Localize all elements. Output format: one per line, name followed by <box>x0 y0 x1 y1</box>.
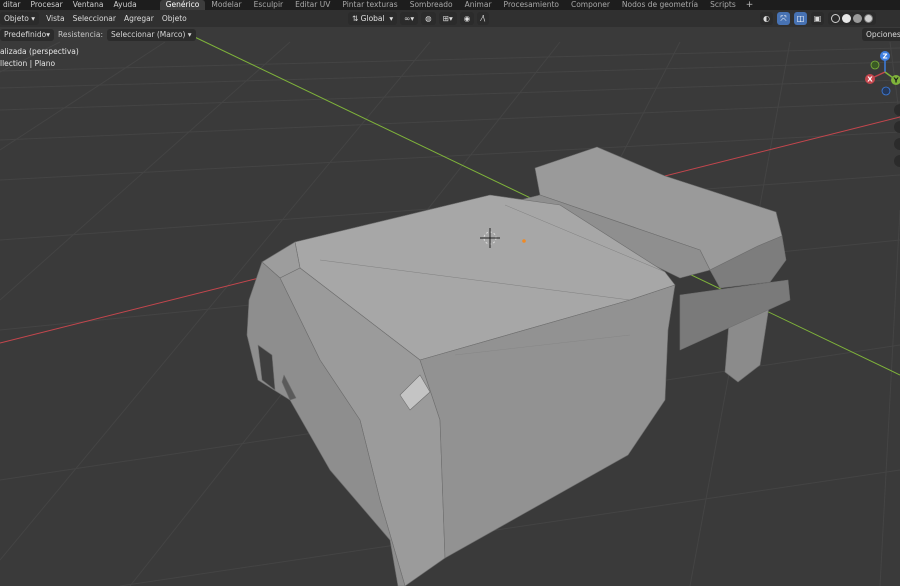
transform-preset-dropdown[interactable]: Predefinido ▾ <box>0 28 54 41</box>
tab-scripting[interactable]: Scripts <box>704 0 742 10</box>
pivot-dropdown[interactable]: ∞▾ <box>400 12 419 25</box>
chevron-down-icon: ▾ <box>384 14 394 23</box>
object-origin-icon <box>522 239 526 243</box>
wireframe-shading-icon[interactable] <box>831 14 840 23</box>
viewport-display-controls: ◐ ⤧ ◫ ▣ <box>760 12 876 25</box>
orientation-icon: ⇅ <box>352 14 361 23</box>
main-menu: ditar Procesar Ventana Ayuda <box>0 0 144 10</box>
falloff-icon: ⁄\ <box>481 14 486 23</box>
overlay-icon: ◫ <box>796 14 805 23</box>
shading-mode-group <box>828 12 876 25</box>
orientation-dropdown[interactable]: ⇅ Global ▾ <box>348 12 398 25</box>
tab-rendering[interactable]: Procesamiento <box>498 0 565 10</box>
pivot-icon: ∞▾ <box>404 14 415 23</box>
tool-settings-bar: Predefinido ▾ Resistencia: Seleccionar (… <box>0 27 900 42</box>
gizmo-label-x: X <box>867 76 873 84</box>
gizmo-icon: ⤧ <box>780 13 787 23</box>
xray-toggle[interactable]: ▣ <box>811 12 824 25</box>
solid-shading-icon[interactable] <box>842 14 851 23</box>
workspace-tabs: Genérico Modelar Esculpir Editar UV Pint… <box>159 0 742 10</box>
tab-animation[interactable]: Animar <box>459 0 498 10</box>
menu-object[interactable]: Objeto <box>158 14 191 23</box>
drag-select-dropdown[interactable]: Seleccionar (Marco) ▾ <box>107 28 196 41</box>
magnet-icon: ◍ <box>425 14 432 23</box>
menu-window[interactable]: Ventana <box>70 0 111 10</box>
overlay-toggle[interactable]: ◫ <box>794 12 807 25</box>
tab-shading[interactable]: Sombreado <box>404 0 459 10</box>
material-shading-icon[interactable] <box>853 14 862 23</box>
mode-label: Objeto <box>4 14 29 23</box>
gizmo-label-z: Z <box>882 53 887 61</box>
gizmo-toggle[interactable]: ⤧ <box>777 12 790 25</box>
drag-label: Resistencia: <box>57 30 104 39</box>
tab-uv-editing[interactable]: Editar UV <box>289 0 336 10</box>
menu-add[interactable]: Agregar <box>120 14 158 23</box>
add-workspace-button[interactable]: + <box>742 0 758 10</box>
visibility-icon: ◐ <box>763 14 770 23</box>
collection-info-text: llection | Plano <box>0 59 56 68</box>
xray-icon: ▣ <box>813 14 822 23</box>
menu-select[interactable]: Seleccionar <box>69 14 120 23</box>
snap-dropdown[interactable]: ⊞▾ <box>438 12 457 25</box>
tab-sculpting[interactable]: Esculpir <box>248 0 290 10</box>
chevron-down-icon: ▾ <box>46 30 50 39</box>
orientation-label: Global <box>360 14 385 23</box>
menu-help[interactable]: Ayuda <box>111 0 144 10</box>
gizmo-y-back-icon[interactable] <box>870 60 880 70</box>
tab-modeling[interactable]: Modelar <box>205 0 247 10</box>
gizmo-z-back-icon[interactable] <box>881 86 891 96</box>
tab-compositing[interactable]: Componer <box>565 0 616 10</box>
snap-toggle[interactable]: ◍ <box>421 12 436 25</box>
options-button[interactable]: Opciones <box>862 28 900 41</box>
mode-dropdown[interactable]: Objeto ▾ <box>0 12 40 25</box>
tab-layout[interactable]: Genérico <box>159 0 206 10</box>
tab-geometry-nodes[interactable]: Nodos de geometría <box>616 0 704 10</box>
proportional-icon: ◉ <box>463 14 471 23</box>
menu-view[interactable]: Vista <box>42 14 69 23</box>
rendered-shading-icon[interactable] <box>864 14 873 23</box>
snap-target-icon: ⊞▾ <box>442 14 453 23</box>
proportional-edit-toggle[interactable]: ◉ <box>459 12 475 25</box>
gizmo-label-y: Y <box>892 77 899 85</box>
menu-edit[interactable]: ditar <box>0 0 27 10</box>
top-menu-bar: ditar Procesar Ventana Ayuda Genérico Mo… <box>0 0 900 10</box>
preset-label: Predefinido <box>4 30 47 39</box>
visibility-dropdown[interactable]: ◐ <box>760 12 773 25</box>
chevron-down-icon: ▾ <box>185 30 192 39</box>
chevron-down-icon: ▾ <box>28 14 36 23</box>
viewport-3d[interactable]: Z X Y <box>0 0 900 586</box>
view-name-text: alizada (perspectiva) <box>0 47 79 56</box>
falloff-dropdown[interactable]: ⁄\ <box>477 12 490 25</box>
drag-select-value: Seleccionar (Marco) <box>111 30 186 39</box>
menu-render[interactable]: Procesar <box>27 0 69 10</box>
tab-texture-paint[interactable]: Pintar texturas <box>336 0 403 10</box>
transform-controls: ⇅ Global ▾ ∞▾ ◍ ⊞▾ ◉ ⁄\ <box>348 12 490 25</box>
